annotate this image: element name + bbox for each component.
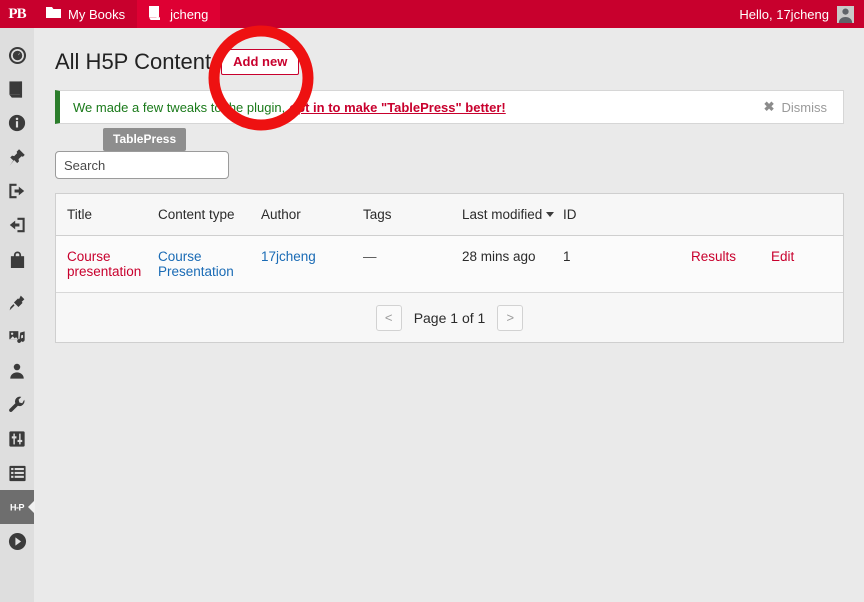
folder-icon <box>46 6 61 22</box>
cell-title: Course presentation <box>56 235 158 292</box>
table-header-row: Title Content type Author Tags Last modi <box>56 194 843 236</box>
column-label: Tags <box>363 207 392 222</box>
main-content: All H5P Content Add new We made a few tw… <box>34 28 864 602</box>
dismiss-notice-button[interactable]: ✖ Dismiss <box>764 99 843 115</box>
cell-results: Results <box>691 235 771 292</box>
sidebar-gap-1 <box>0 276 34 286</box>
sliders-icon <box>8 430 26 448</box>
book-icon <box>149 5 163 23</box>
cell-content-type: Course Presentation <box>158 235 261 292</box>
adminbar-item-jcheng[interactable]: jcheng <box>137 0 221 28</box>
content-wrap: All H5P Content Add new We made a few tw… <box>34 28 864 343</box>
page-title: All H5P Content <box>55 49 212 74</box>
column-header-id[interactable]: ID <box>563 194 691 236</box>
pagination-page-label: Page 1 of 1 <box>413 309 486 326</box>
cell-edit: Edit <box>771 235 843 292</box>
column-header-results <box>691 194 771 236</box>
sidebar-item-store[interactable] <box>0 242 34 276</box>
export-icon <box>8 182 26 200</box>
column-header-last-modified[interactable]: Last modified <box>462 194 563 236</box>
adminbar-item-my-books[interactable]: My Books <box>34 0 137 28</box>
adminbar-account[interactable]: Hello, 17jcheng <box>727 0 864 28</box>
tablepress-notice: We made a few tweaks to the plugin, opt … <box>55 90 844 124</box>
author-link[interactable]: 17jcheng <box>261 249 316 264</box>
greeting-label: Hello, 17jcheng <box>739 6 829 22</box>
admin-bar: PB My Books jcheng Hello, 17jcheng <box>0 0 864 28</box>
table-row: Course presentation Course Presentation … <box>56 235 843 292</box>
page-header: All H5P Content Add new <box>55 46 844 78</box>
import-icon <box>8 216 26 234</box>
sidebar-item-import[interactable] <box>0 208 34 242</box>
dashboard-icon <box>8 46 27 65</box>
sidebar-item-settings[interactable] <box>0 422 34 456</box>
user-icon <box>8 362 26 380</box>
h5p-content-table: Title Content type Author Tags Last modi <box>56 194 843 292</box>
book-icon <box>8 80 27 99</box>
sidebar-item-appearance[interactable] <box>0 140 34 174</box>
column-header-tags[interactable]: Tags <box>363 194 462 236</box>
h5p-content-panel: Title Content type Author Tags Last modi <box>55 193 844 343</box>
admin-sidebar: H-P <box>0 28 34 602</box>
column-header-content-type[interactable]: Content type <box>158 194 261 236</box>
svg-text:H-P: H-P <box>10 503 24 513</box>
adminbar-item-label: jcheng <box>170 6 209 22</box>
adminbar-item-label: My Books <box>68 6 126 22</box>
tags-value: — <box>363 249 377 264</box>
add-new-button[interactable]: Add new <box>221 48 300 76</box>
search-row <box>55 151 844 179</box>
column-header-title[interactable]: Title <box>56 194 158 236</box>
column-label: Author <box>261 207 301 222</box>
adminbar-spacer <box>220 0 727 28</box>
pressbooks-logo[interactable]: PB <box>0 0 34 28</box>
search-input[interactable] <box>55 151 229 179</box>
list-icon <box>8 464 27 483</box>
sidebar-item-book-info[interactable] <box>0 106 34 140</box>
info-icon <box>8 114 26 132</box>
sidebar-item-media[interactable] <box>0 320 34 354</box>
h5p-icon: H-P <box>2 499 32 515</box>
sidebar-item-h5p-content[interactable]: H-P <box>0 490 34 524</box>
table-body: Course presentation Course Presentation … <box>56 235 843 292</box>
wrench-icon <box>8 396 26 414</box>
plug-icon <box>8 294 26 312</box>
pagination: < Page 1 of 1 > <box>56 292 843 342</box>
column-label: ID <box>563 207 577 222</box>
notice-optin-link[interactable]: opt in to make "TablePress" better! <box>289 100 506 115</box>
notice-message: We made a few tweaks to the plugin, <box>73 99 286 115</box>
cell-tags: — <box>363 235 462 292</box>
sidebar-item-tablepress[interactable] <box>0 456 34 490</box>
sidebar-item-users[interactable] <box>0 354 34 388</box>
sidebar-item-export[interactable] <box>0 174 34 208</box>
table-head: Title Content type Author Tags Last modi <box>56 194 843 236</box>
sidebar-item-tools[interactable] <box>0 388 34 422</box>
media-icon <box>8 328 26 346</box>
sidebar-item-plugins[interactable] <box>0 286 34 320</box>
sidebar-item-dashboard[interactable] <box>0 38 34 72</box>
content-title-link[interactable]: Course presentation <box>67 249 152 279</box>
column-label: Last modified <box>462 207 543 222</box>
dismiss-label: Dismiss <box>781 99 828 115</box>
column-header-edit <box>771 194 843 236</box>
sidebar-top-gap <box>0 28 34 38</box>
play-icon <box>8 532 27 551</box>
pin-icon <box>8 148 26 166</box>
results-link[interactable]: Results <box>691 249 736 264</box>
sort-desc-icon <box>546 212 555 217</box>
cell-last-modified: 28 mins ago <box>462 235 563 292</box>
pagination-prev-button[interactable]: < <box>375 304 402 331</box>
column-header-author[interactable]: Author <box>261 194 363 236</box>
edit-link[interactable]: Edit <box>771 249 794 264</box>
column-label: Title <box>67 207 93 222</box>
sidebar-item-book[interactable] <box>0 72 34 106</box>
cell-author: 17jcheng <box>261 235 363 292</box>
tablepress-tooltip: TablePress <box>103 128 187 151</box>
cell-id: 1 <box>563 235 691 292</box>
content-type-link[interactable]: Course Presentation <box>158 249 250 279</box>
sidebar-item-interactive-content[interactable] <box>0 524 34 558</box>
close-icon: ✖ <box>763 99 775 114</box>
store-icon <box>8 250 27 268</box>
column-label: Content type <box>158 207 235 222</box>
avatar[interactable] <box>837 5 854 23</box>
pagination-next-button[interactable]: > <box>497 304 524 331</box>
